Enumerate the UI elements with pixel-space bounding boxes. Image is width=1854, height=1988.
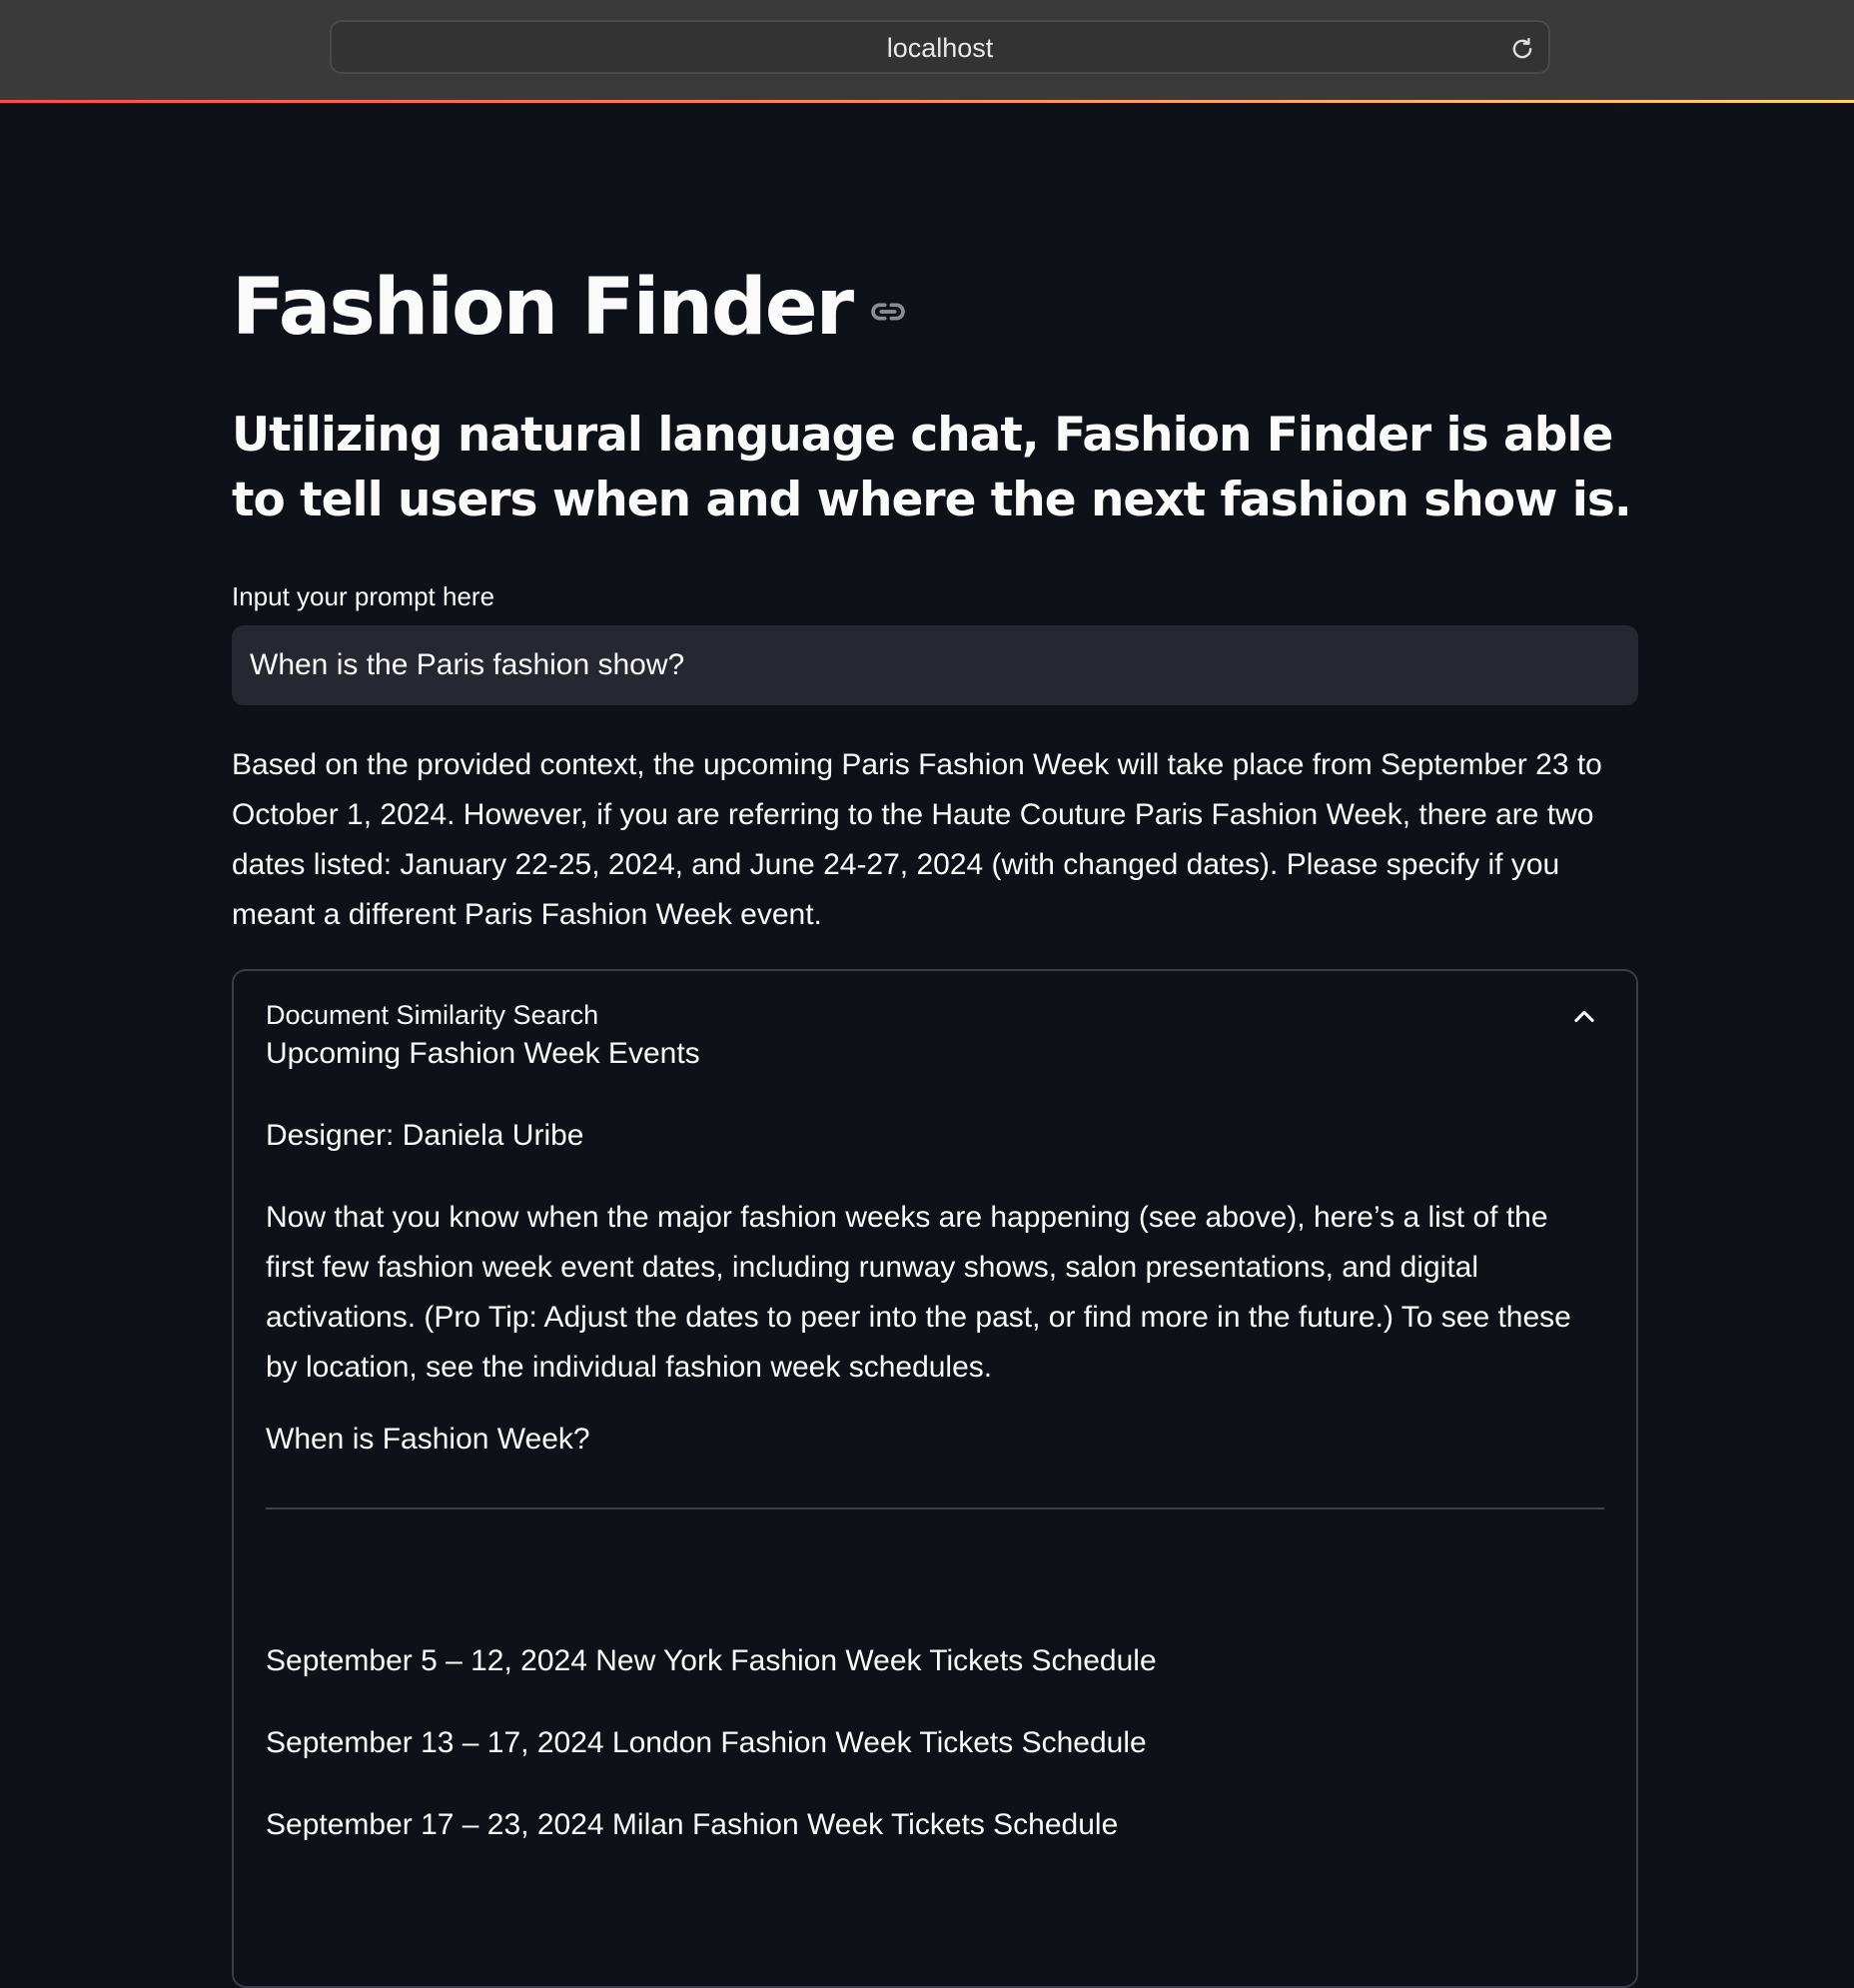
event-item: September 13 – 17, 2024 London Fashion W… (266, 1726, 1147, 1759)
divider (266, 1507, 1604, 1509)
designer-text: Designer: Daniela Uribe (266, 1119, 584, 1152)
page-subtitle: Utilizing natural language chat, Fashion… (232, 408, 1632, 527)
title-row: Fashion Finder (232, 253, 908, 363)
event-item: September 5 – 12, 2024 New York Fashion … (266, 1644, 1157, 1677)
prompt-input[interactable] (232, 625, 1638, 705)
chevron-up-icon[interactable] (1570, 1003, 1598, 1031)
page-title: Fashion Finder (232, 263, 854, 353)
event-item: September 17 – 23, 2024 Milan Fashion We… (266, 1808, 1119, 1841)
browser-toolbar: localhost (0, 0, 1854, 103)
header-decoration-line (0, 100, 1854, 103)
address-bar[interactable]: localhost (330, 20, 1550, 74)
intro-paragraph: Now that you know when the major fashion… (266, 1201, 1571, 1384)
prompt-label: Input your prompt here (232, 581, 495, 611)
document-similarity-expander: Document Similarity Search Upcoming Fash… (232, 969, 1638, 1988)
fashion-week-question: When is Fashion Week? (266, 1423, 590, 1456)
expander-heading: Upcoming Fashion Week Events (266, 1037, 700, 1070)
link-icon[interactable] (868, 292, 908, 332)
address-text: localhost (886, 33, 994, 63)
reload-icon[interactable] (1508, 35, 1536, 63)
answer-text: Based on the provided context, the upcom… (232, 748, 1602, 931)
